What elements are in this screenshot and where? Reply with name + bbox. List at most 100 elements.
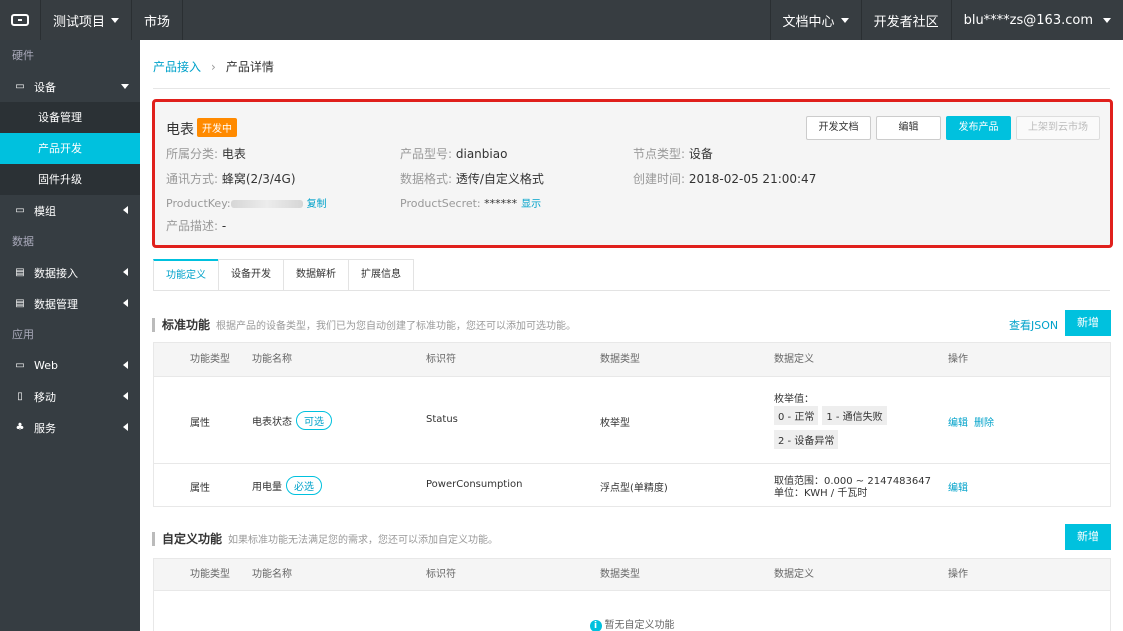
cell-identifier: PowerConsumption — [426, 479, 523, 490]
copy-link[interactable]: 复制 — [307, 199, 327, 210]
device-icon: ▭ — [15, 81, 25, 92]
sidebar-item-module[interactable]: ▭ 模组 — [0, 195, 140, 226]
publish-button[interactable]: 发布产品 — [946, 116, 1011, 140]
breadcrumb-current: 产品详情 — [225, 60, 274, 74]
standard-section-header: 标准功能 根据产品的设备类型，我们已为您自动创建了标准功能，您还可以添加可选功能… — [152, 316, 576, 333]
market-link[interactable]: 市场 — [131, 0, 184, 40]
edit-link[interactable]: 编辑 — [948, 418, 968, 429]
node-type-field: 节点类型: 设备 — [633, 145, 713, 162]
standard-functions-table: 功能类型 功能名称 标识符 数据类型 数据定义 操作 属性 电表状态 可选 Sta… — [153, 342, 1111, 507]
chevron-left-icon — [123, 392, 128, 400]
tab-function-definition[interactable]: 功能定义 — [153, 259, 218, 291]
sidebar-item-device[interactable]: ▭ 设备 — [0, 71, 140, 102]
tab-extension-info[interactable]: 扩展信息 — [348, 259, 414, 291]
project-label: 测试项目 — [53, 14, 106, 30]
status-badge: 开发中 — [197, 118, 237, 137]
chevron-left-icon — [123, 423, 128, 431]
community-link[interactable]: 开发者社区 — [860, 0, 951, 40]
data-icon: ▤ — [15, 267, 25, 278]
cell-type: 属性 — [190, 418, 210, 429]
tab-device-development[interactable]: 设备开发 — [218, 259, 283, 291]
show-secret-link[interactable]: 显示 — [521, 199, 541, 210]
enum-chip: 0 - 正常 — [774, 406, 819, 425]
dev-docs-button[interactable]: 开发文档 — [806, 116, 871, 140]
sidebar-item-firmware[interactable]: 固件升级 — [0, 164, 140, 195]
field-value: 设备 — [688, 147, 713, 161]
column-header: 标识符 — [426, 569, 456, 580]
cell-identifier: Status — [426, 414, 458, 425]
sidebar-group-app: 应用 — [12, 328, 34, 341]
logo-icon[interactable] — [0, 0, 40, 40]
redacted-value — [230, 200, 303, 208]
list-on-market-button[interactable]: 上架到云市场 — [1016, 116, 1100, 140]
product-key-field: ProductKey: 复制 — [166, 195, 327, 210]
empty-state: i 暂无自定义功能 — [154, 616, 1110, 631]
delete-link[interactable]: 删除 — [974, 418, 994, 429]
docs-menu[interactable]: 文档中心 — [769, 0, 861, 40]
edit-link[interactable]: 编辑 — [948, 483, 968, 494]
cell-type: 属性 — [190, 483, 210, 494]
sidebar-item-label: 数据接入 — [34, 266, 78, 280]
optional-tag: 可选 — [296, 411, 332, 430]
module-icon: ▭ — [15, 205, 25, 216]
cluster-icon: ♣ — [15, 422, 25, 433]
sidebar-item-data-manage[interactable]: ▤ 数据管理 — [0, 288, 140, 319]
chevron-left-icon — [123, 206, 128, 214]
tab-data-parsing[interactable]: 数据解析 — [283, 259, 348, 291]
project-switcher[interactable]: 测试项目 — [40, 0, 131, 40]
field-value: 2018-02-05 21:00:47 — [688, 172, 817, 186]
section-bar — [152, 317, 155, 332]
table-row: 属性 电表状态 可选 Status 枚举型 枚举值： 0 - 正常 1 - 通信失败… — [154, 377, 1110, 464]
tab-bar: 功能定义 设备开发 数据解析 扩展信息 — [153, 259, 414, 291]
chevron-down-icon — [840, 17, 849, 23]
add-standard-button[interactable]: 新增 — [1065, 310, 1111, 336]
field-label: 创建时间: — [633, 172, 686, 186]
user-menu[interactable]: blu****zs@163.com — [950, 0, 1123, 40]
column-header: 功能名称 — [252, 354, 292, 365]
enum-chip: 1 - 通信失败 — [822, 406, 887, 425]
sidebar-item-device-manage[interactable]: 设备管理 — [0, 102, 140, 133]
created-field: 创建时间: 2018-02-05 21:00:47 — [633, 170, 816, 187]
sidebar-item-label: Web — [34, 359, 58, 372]
chevron-down-icon — [1103, 17, 1111, 23]
add-custom-button[interactable]: 新增 — [1065, 524, 1111, 550]
field-label: 数据格式: — [400, 172, 453, 186]
sidebar-item-data-access[interactable]: ▤ 数据接入 — [0, 257, 140, 288]
sidebar-group-data: 数据 — [12, 235, 34, 248]
sidebar-item-label: 数据管理 — [34, 297, 78, 311]
monitor-icon: ▭ — [15, 360, 25, 371]
comm-field: 通讯方式: 蜂窝(2/3/4G) — [166, 170, 296, 187]
model-field: 产品型号: dianbiao — [400, 145, 507, 162]
data-icon: ▤ — [15, 298, 25, 309]
product-name: 电表 — [166, 122, 194, 138]
cell-name: 用电量 必选 — [252, 476, 322, 495]
info-icon: i — [589, 620, 602, 631]
chevron-down-icon — [111, 17, 120, 23]
sidebar-item-mobile[interactable]: ▯ 移动 — [0, 381, 140, 412]
cell-data-type: 浮点型(单精度) — [600, 483, 668, 494]
function-name: 用电量 — [252, 482, 282, 493]
divider — [153, 88, 1110, 89]
cell-data-type: 枚举型 — [600, 418, 630, 429]
table-header: 功能类型 功能名称 标识符 数据类型 数据定义 操作 — [154, 559, 1110, 591]
column-header: 操作 — [948, 569, 968, 580]
field-value: - — [221, 219, 227, 233]
format-field: 数据格式: 透传/自定义格式 — [400, 170, 544, 187]
section-description: 根据产品的设备类型，我们已为您自动创建了标准功能，您还可以添加可选功能。 — [216, 321, 577, 332]
sidebar-item-web[interactable]: ▭ Web — [0, 350, 140, 381]
sidebar-item-service[interactable]: ♣ 服务 — [0, 412, 140, 443]
breadcrumb-parent[interactable]: 产品接入 — [153, 58, 201, 75]
table-header: 功能类型 功能名称 标识符 数据类型 数据定义 操作 — [154, 343, 1110, 377]
field-value: ****** — [484, 197, 518, 210]
sidebar-group-hardware: 硬件 — [12, 49, 34, 62]
phone-icon: ▯ — [17, 391, 23, 402]
user-email: blu****zs@163.com — [963, 12, 1093, 28]
edit-button[interactable]: 编辑 — [876, 116, 941, 140]
market-label: 市场 — [144, 14, 171, 30]
sidebar-item-product-dev[interactable]: 产品开发 — [0, 133, 140, 164]
field-value: 蜂窝(2/3/4G) — [221, 172, 296, 186]
cell-actions: 编辑 — [948, 479, 974, 494]
function-name: 电表状态 — [252, 417, 292, 428]
custom-functions-table: 功能类型 功能名称 标识符 数据类型 数据定义 操作 i 暂无自定义功能 — [153, 558, 1111, 631]
view-json-link[interactable]: 查看JSON — [1009, 317, 1058, 333]
